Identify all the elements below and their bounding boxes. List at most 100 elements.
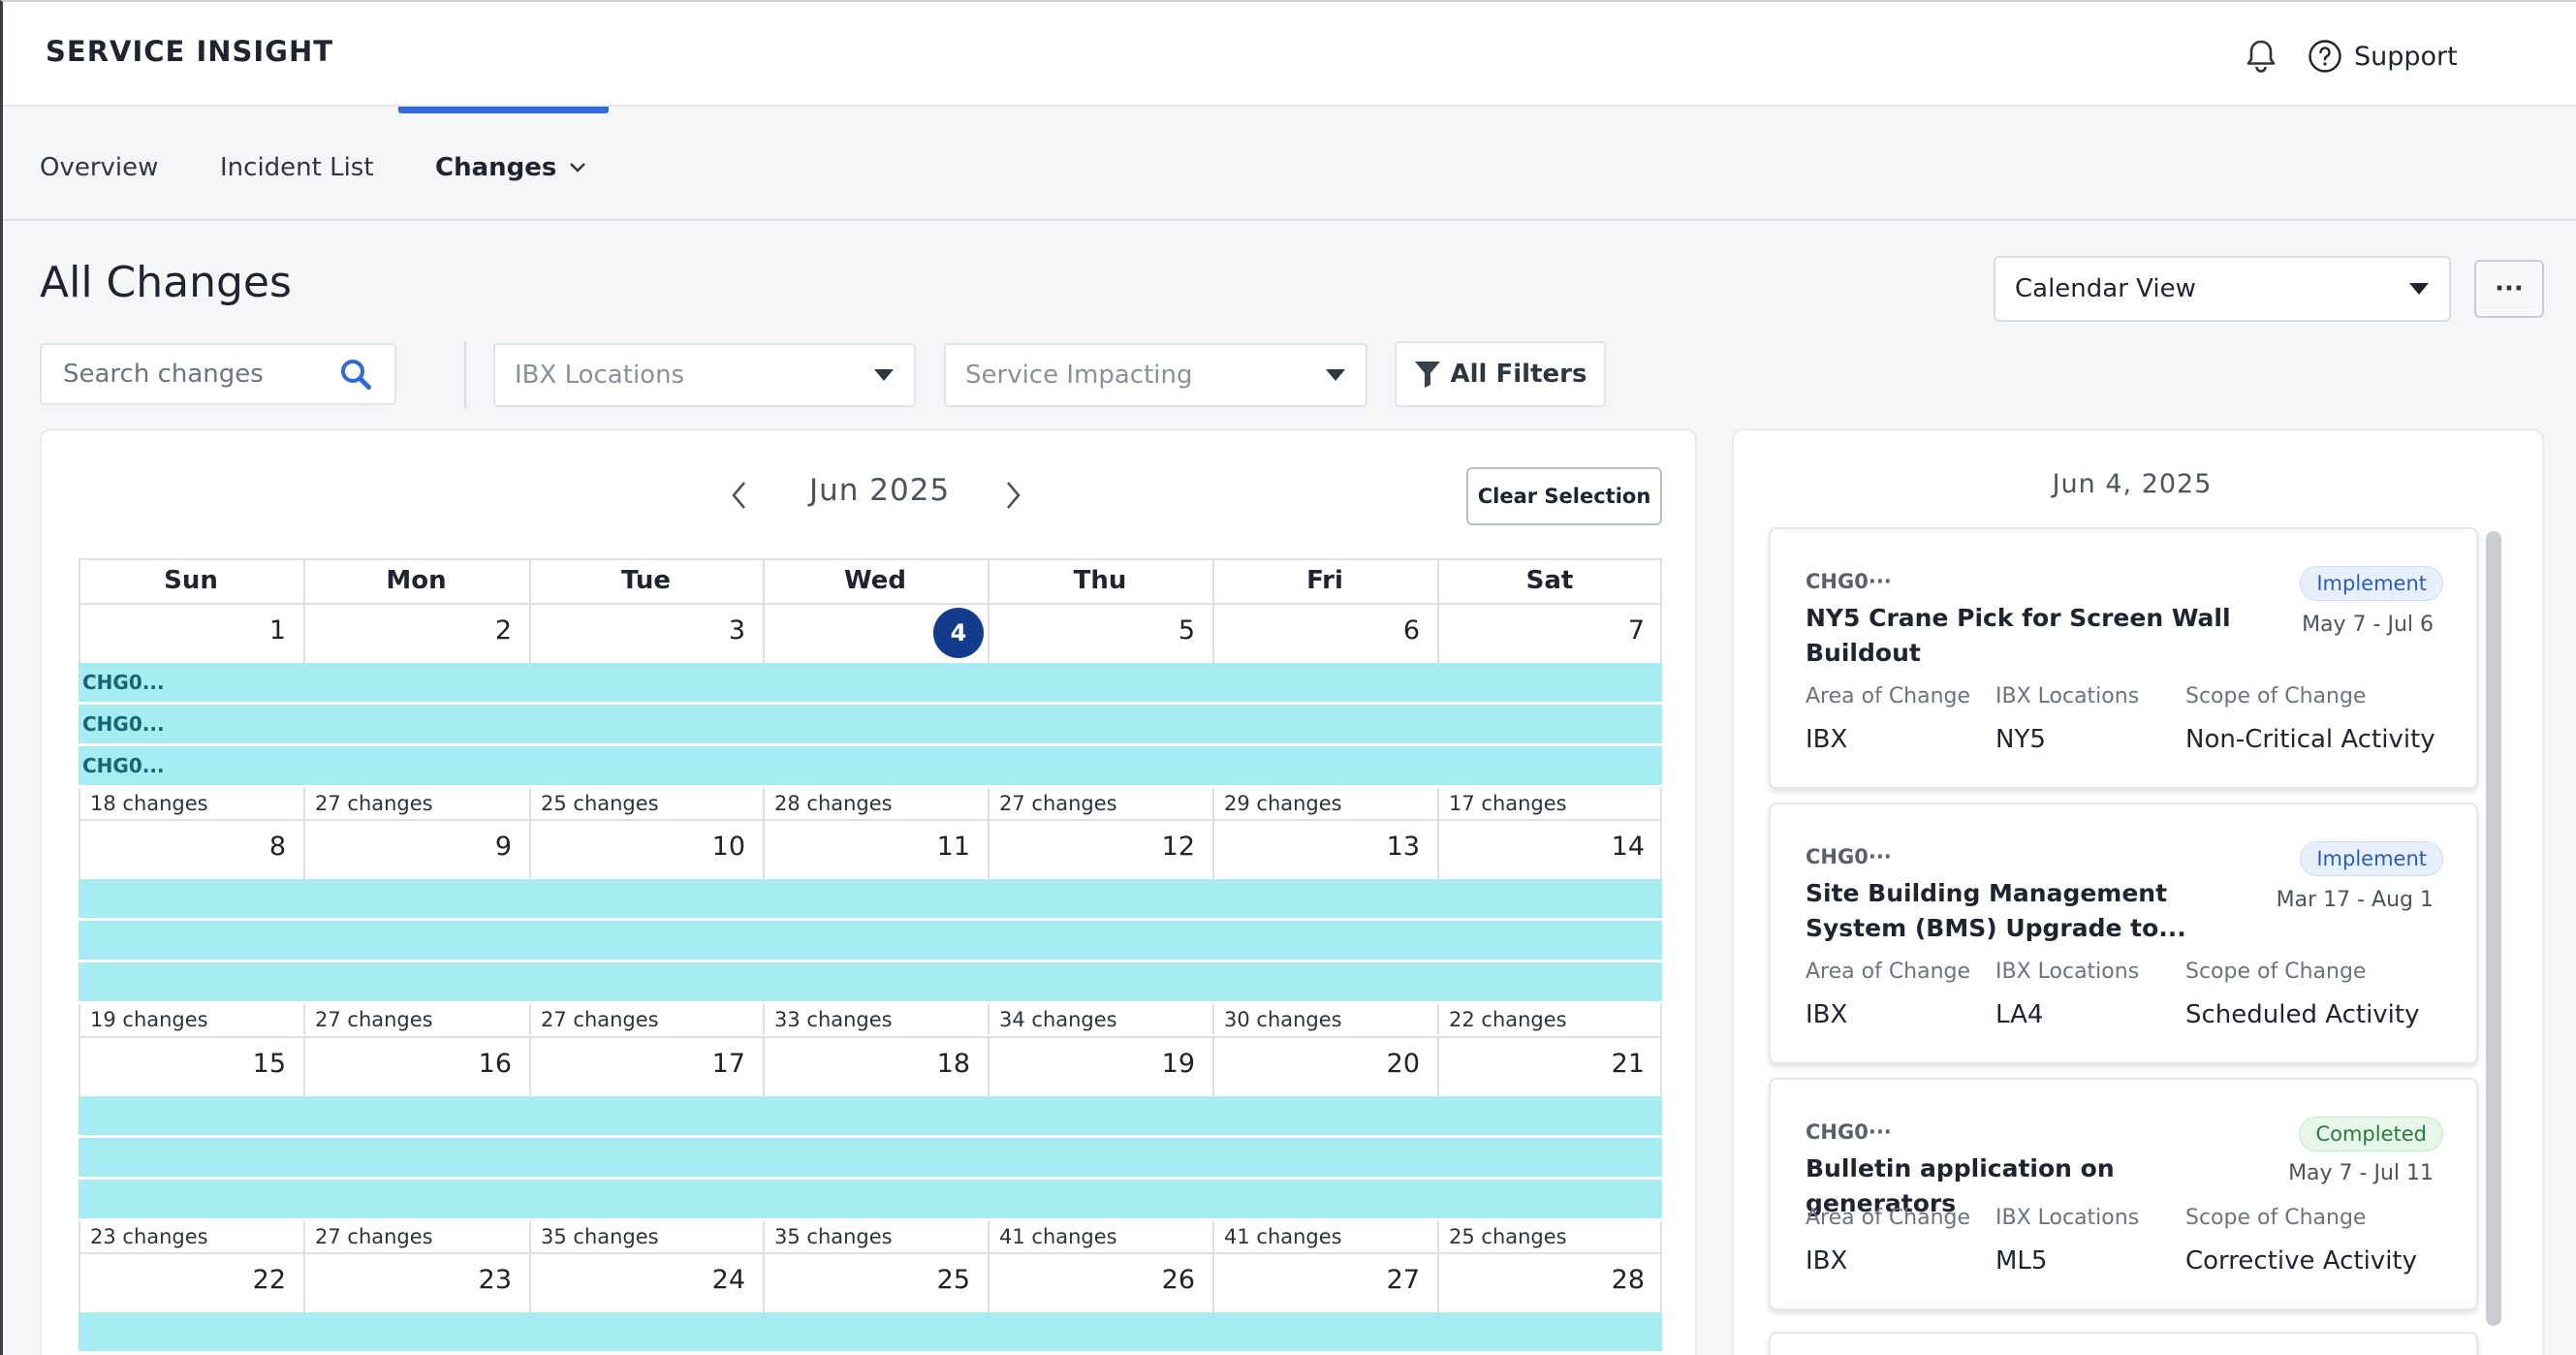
change-band[interactable]: [79, 962, 1662, 1001]
day-number[interactable]: 11: [763, 832, 970, 862]
grid-line: [529, 558, 531, 603]
day-number[interactable]: 28: [1437, 1265, 1645, 1295]
tab-overview[interactable]: Overview: [40, 153, 158, 182]
all-filters-button[interactable]: All Filters: [1395, 341, 1606, 407]
day-number[interactable]: 13: [1212, 832, 1420, 862]
grid-line: [79, 1036, 1662, 1038]
day-change-count[interactable]: 35 changes: [774, 1225, 893, 1248]
grid-line: [1660, 558, 1662, 603]
day-number[interactable]: 12: [988, 832, 1195, 862]
grid-line: [988, 558, 990, 603]
weekday-header: Tue: [620, 566, 672, 595]
grid-line: [1212, 1004, 1214, 1035]
day-change-count[interactable]: 33 changes: [774, 1008, 893, 1031]
change-title[interactable]: Site Building Management System (BMS) Up…: [1806, 876, 2261, 946]
day-number[interactable]: 9: [303, 832, 512, 862]
area-of-change-value: IBX: [1806, 1000, 1848, 1029]
clear-selection-button[interactable]: Clear Selection: [1466, 467, 1662, 525]
day-number[interactable]: 6: [1212, 615, 1420, 646]
change-band[interactable]: [79, 921, 1662, 960]
day-number[interactable]: 3: [529, 615, 745, 646]
day-change-count[interactable]: 27 changes: [999, 792, 1117, 815]
day-number[interactable]: 14: [1437, 832, 1645, 862]
change-band[interactable]: CHG0...: [79, 663, 1662, 702]
day-number[interactable]: 5: [988, 615, 1195, 646]
grid-line: [303, 558, 305, 603]
change-band[interactable]: [79, 1312, 1662, 1351]
day-change-count[interactable]: 17 changes: [1449, 792, 1567, 815]
day-change-count[interactable]: 29 changes: [1224, 792, 1342, 815]
change-card[interactable]: CHG0··· Bulletin application on generator…: [1769, 1078, 2478, 1310]
grid-line: [988, 788, 990, 819]
service-impacting-dropdown[interactable]: Service Impacting: [944, 343, 1367, 407]
change-band[interactable]: [79, 879, 1662, 918]
day-number[interactable]: 25: [763, 1265, 970, 1295]
search-input[interactable]: [63, 360, 325, 389]
day-change-count[interactable]: 23 changes: [90, 1225, 208, 1248]
grid-line: [529, 1221, 531, 1252]
day-change-count[interactable]: 27 changes: [315, 1008, 433, 1031]
day-number[interactable]: 27: [1212, 1265, 1420, 1295]
day-number[interactable]: 19: [988, 1049, 1195, 1079]
change-card[interactable]: [1769, 1332, 2478, 1355]
day-number[interactable]: 24: [529, 1265, 745, 1295]
tab-changes[interactable]: Changes: [435, 153, 587, 182]
day-change-count[interactable]: 25 changes: [1449, 1225, 1567, 1248]
day-change-count[interactable]: 19 changes: [90, 1008, 208, 1031]
day-change-count[interactable]: 34 changes: [999, 1008, 1117, 1031]
change-band[interactable]: CHG0...: [79, 705, 1662, 743]
day-change-count[interactable]: 28 changes: [774, 792, 893, 815]
day-number[interactable]: 18: [763, 1049, 970, 1079]
view-select[interactable]: Calendar View: [1994, 256, 2451, 322]
day-change-count[interactable]: 25 changes: [541, 792, 659, 815]
day-number[interactable]: 16: [303, 1049, 512, 1079]
grid-line: [79, 1004, 80, 1035]
change-card[interactable]: CHG0··· Site Building Management System (…: [1769, 803, 2478, 1064]
change-band[interactable]: CHG0...: [79, 746, 1662, 785]
tab-incident-list[interactable]: Incident List: [220, 153, 374, 182]
day-change-count[interactable]: 22 changes: [1449, 1008, 1567, 1031]
day-change-count[interactable]: 41 changes: [999, 1225, 1117, 1248]
change-band[interactable]: [79, 1180, 1662, 1218]
selected-day-circle[interactable]: 4: [933, 608, 984, 658]
ibx-locations-dropdown[interactable]: IBX Locations: [493, 343, 916, 407]
day-number[interactable]: 22: [79, 1265, 286, 1295]
day-change-count[interactable]: 18 changes: [90, 792, 208, 815]
ibx-location-value: ML5: [1995, 1246, 2048, 1276]
day-number[interactable]: 10: [529, 832, 745, 862]
change-title[interactable]: NY5 Crane Pick for Screen Wall Buildout: [1806, 601, 2261, 671]
day-number[interactable]: 20: [1212, 1049, 1420, 1079]
support-link[interactable]: Support: [2308, 35, 2458, 78]
change-band[interactable]: [79, 1138, 1662, 1177]
day-number[interactable]: 21: [1437, 1049, 1645, 1079]
day-change-count[interactable]: 27 changes: [315, 792, 433, 815]
change-card[interactable]: CHG0··· NY5 Crane Pick for Screen Wall Bu…: [1769, 527, 2478, 789]
grid-line: [79, 788, 80, 819]
day-change-count[interactable]: 27 changes: [541, 1008, 659, 1031]
day-number[interactable]: 2: [303, 615, 512, 646]
day-number[interactable]: 23: [303, 1265, 512, 1295]
day-number[interactable]: 15: [79, 1049, 286, 1079]
search-icon[interactable]: [338, 357, 373, 392]
prev-month-icon[interactable]: [728, 479, 751, 512]
scope-of-change-label: Scope of Change: [2185, 684, 2367, 709]
scrollbar[interactable]: [2486, 531, 2501, 1326]
day-change-count[interactable]: 27 changes: [315, 1225, 433, 1248]
day-change-count[interactable]: 35 changes: [541, 1225, 659, 1248]
next-month-icon[interactable]: [1001, 479, 1024, 512]
scope-of-change-label: Scope of Change: [2185, 1206, 2367, 1230]
change-band[interactable]: [79, 1096, 1662, 1135]
day-number[interactable]: 7: [1437, 615, 1645, 646]
day-change-count[interactable]: 41 changes: [1224, 1225, 1342, 1248]
search-box[interactable]: [40, 343, 396, 405]
day-number[interactable]: 26: [988, 1265, 1195, 1295]
change-band-label: CHG0...: [82, 754, 165, 777]
notifications-bell-icon[interactable]: [2242, 37, 2280, 76]
grid-line: [988, 1004, 990, 1035]
day-change-count[interactable]: 30 changes: [1224, 1008, 1342, 1031]
day-number[interactable]: 1: [79, 615, 286, 646]
day-number[interactable]: 17: [529, 1049, 745, 1079]
day-number[interactable]: 8: [79, 832, 286, 862]
caret-down-icon: [2409, 283, 2429, 295]
more-options-button[interactable]: ···: [2474, 260, 2544, 318]
